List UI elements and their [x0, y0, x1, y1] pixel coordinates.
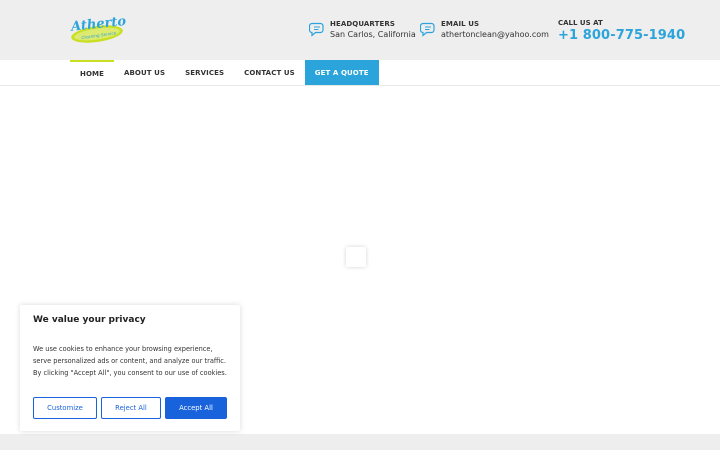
- page-loader: [346, 247, 366, 267]
- nav-about-us[interactable]: ABOUT US: [114, 60, 175, 85]
- email-info: EMAIL US athertonclean@yahoo.com: [420, 19, 549, 41]
- reject-all-button[interactable]: Reject All: [101, 397, 161, 419]
- nav-services[interactable]: SERVICES: [175, 60, 234, 85]
- email-label: EMAIL US: [441, 20, 480, 28]
- nav-contact-us[interactable]: CONTACT US: [234, 60, 305, 85]
- cookie-title: We value your privacy: [33, 315, 146, 325]
- main-nav: HOME ABOUT US SERVICES CONTACT US GET A …: [0, 60, 720, 86]
- accept-all-button[interactable]: Accept All: [165, 397, 227, 419]
- nav-home[interactable]: HOME: [70, 60, 114, 85]
- headquarters-label: HEADQUARTERS: [330, 20, 395, 28]
- chat-bubble-icon: [309, 22, 324, 37]
- headquarters-value: San Carlos, California: [330, 30, 416, 39]
- cookie-text: We use cookies to enhance your browsing …: [33, 345, 227, 377]
- email-link[interactable]: athertonclean@yahoo.com: [441, 29, 549, 41]
- atherton-logo[interactable]: Atherton Cleaning Service: [68, 14, 126, 46]
- call-label: CALL US AT: [558, 19, 603, 27]
- header-bar: Atherton Cleaning Service HEADQUARTERS S…: [0, 0, 720, 60]
- chat-bubble-icon: [420, 22, 435, 37]
- get-a-quote-button[interactable]: GET A QUOTE: [304, 60, 379, 85]
- phone-link[interactable]: +1 800-775-1940: [558, 28, 685, 44]
- footer-strip: [0, 434, 720, 450]
- customize-button[interactable]: Customize: [33, 397, 97, 419]
- cookie-banner: We value your privacy We use cookies to …: [20, 305, 240, 431]
- call-info: CALL US AT +1 800-775-1940: [558, 18, 685, 44]
- headquarters-info: HEADQUARTERS San Carlos, California: [309, 19, 416, 41]
